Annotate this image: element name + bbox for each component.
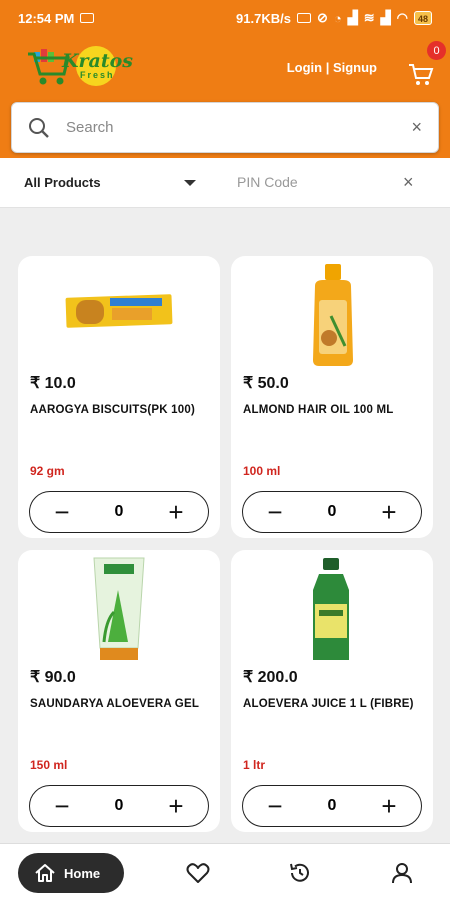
quantity-stepper: 0 − + bbox=[29, 491, 209, 533]
data-icon: ≋ bbox=[363, 10, 375, 25]
mute-icon: ⊘ bbox=[316, 10, 328, 25]
status-indicators: 91.7KB/s ⊘ ◔ ▟ ≋ ▟ ◠ 48 bbox=[236, 10, 432, 26]
nav-home-label: Home bbox=[64, 865, 101, 881]
decrement-button[interactable]: − bbox=[255, 492, 295, 532]
quantity-stepper: 0 − + bbox=[29, 785, 209, 827]
pin-code-input[interactable] bbox=[237, 174, 387, 190]
product-quantity: 100 ml bbox=[243, 464, 281, 478]
cart-count-badge: 0 bbox=[427, 41, 446, 60]
user-icon[interactable] bbox=[390, 861, 414, 885]
product-name: SAUNDARYA ALOEVERA GEL bbox=[30, 698, 200, 710]
screen-icon bbox=[80, 13, 95, 23]
product-image bbox=[313, 558, 349, 660]
product-price: ₹ 50.0 bbox=[243, 375, 289, 392]
product-name: ALMOND HAIR OIL 100 ML bbox=[243, 404, 394, 416]
product-price: ₹ 90.0 bbox=[30, 669, 76, 686]
pin-clear-icon[interactable]: × bbox=[403, 172, 414, 193]
product-name: ALOEVERA JUICE 1 L (FIBRE) bbox=[243, 698, 414, 710]
search-bar: × bbox=[11, 102, 439, 153]
heart-icon[interactable] bbox=[186, 861, 210, 885]
wifi-icon: ◠ bbox=[396, 10, 408, 25]
product-image bbox=[93, 557, 145, 660]
signal2-icon: ▟ bbox=[380, 10, 391, 25]
vowifi-icon bbox=[296, 13, 311, 23]
bottom-nav: Home bbox=[0, 843, 450, 900]
product-card[interactable]: ₹ 200.0 ALOEVERA JUICE 1 L (FIBRE) 1 ltr… bbox=[231, 550, 433, 832]
home-icon bbox=[35, 864, 55, 882]
app-header: Kratos Fresh Login | Signup 0 × bbox=[0, 36, 450, 158]
product-image bbox=[65, 294, 173, 328]
product-quantity: 92 gm bbox=[30, 464, 65, 478]
brand-name: Kratos bbox=[62, 50, 133, 72]
signal-icon: ▟ bbox=[347, 10, 358, 25]
product-quantity: 150 ml bbox=[30, 758, 68, 772]
product-price: ₹ 200.0 bbox=[243, 669, 298, 686]
product-card[interactable]: ₹ 10.0 AAROGYA BISCUITS(PK 100) 92 gm 0 … bbox=[18, 256, 220, 538]
cart-icon[interactable] bbox=[408, 62, 434, 88]
alarm-icon: ◔ bbox=[333, 10, 342, 26]
category-select[interactable]: All Products bbox=[24, 175, 101, 190]
status-bar: 12:54 PM 91.7KB/s ⊘ ◔ ▟ ≋ ▟ ◠ 48 bbox=[0, 0, 450, 36]
battery-icon: 48 bbox=[413, 11, 432, 25]
product-quantity: 1 ltr bbox=[243, 758, 266, 772]
increment-button[interactable]: + bbox=[369, 492, 409, 532]
decrement-button[interactable]: − bbox=[42, 786, 82, 826]
search-input[interactable] bbox=[66, 119, 412, 136]
increment-button[interactable]: + bbox=[156, 786, 196, 826]
status-time: 12:54 PM bbox=[18, 10, 75, 26]
login-signup-link[interactable]: Login | Signup bbox=[287, 60, 377, 75]
increment-button[interactable]: + bbox=[369, 786, 409, 826]
quantity-stepper: 0 − + bbox=[242, 491, 422, 533]
search-icon bbox=[29, 117, 49, 138]
product-image bbox=[313, 264, 353, 366]
product-name: AAROGYA BISCUITS(PK 100) bbox=[30, 404, 195, 416]
net-speed: 91.7KB/s bbox=[236, 10, 291, 26]
search-clear-icon[interactable]: × bbox=[411, 117, 422, 138]
history-icon[interactable] bbox=[288, 861, 312, 885]
quantity-stepper: 0 − + bbox=[242, 785, 422, 827]
product-price: ₹ 10.0 bbox=[30, 375, 76, 392]
increment-button[interactable]: + bbox=[156, 492, 196, 532]
nav-home-button[interactable]: Home bbox=[18, 853, 124, 893]
decrement-button[interactable]: − bbox=[42, 492, 82, 532]
product-card[interactable]: ₹ 90.0 SAUNDARYA ALOEVERA GEL 150 ml 0 −… bbox=[18, 550, 220, 832]
product-card[interactable]: ₹ 50.0 ALMOND HAIR OIL 100 ML 100 ml 0 −… bbox=[231, 256, 433, 538]
filter-bar: All Products × bbox=[0, 158, 450, 208]
chevron-down-icon[interactable] bbox=[184, 180, 196, 186]
decrement-button[interactable]: − bbox=[255, 786, 295, 826]
brand-sub: Fresh bbox=[80, 70, 115, 80]
